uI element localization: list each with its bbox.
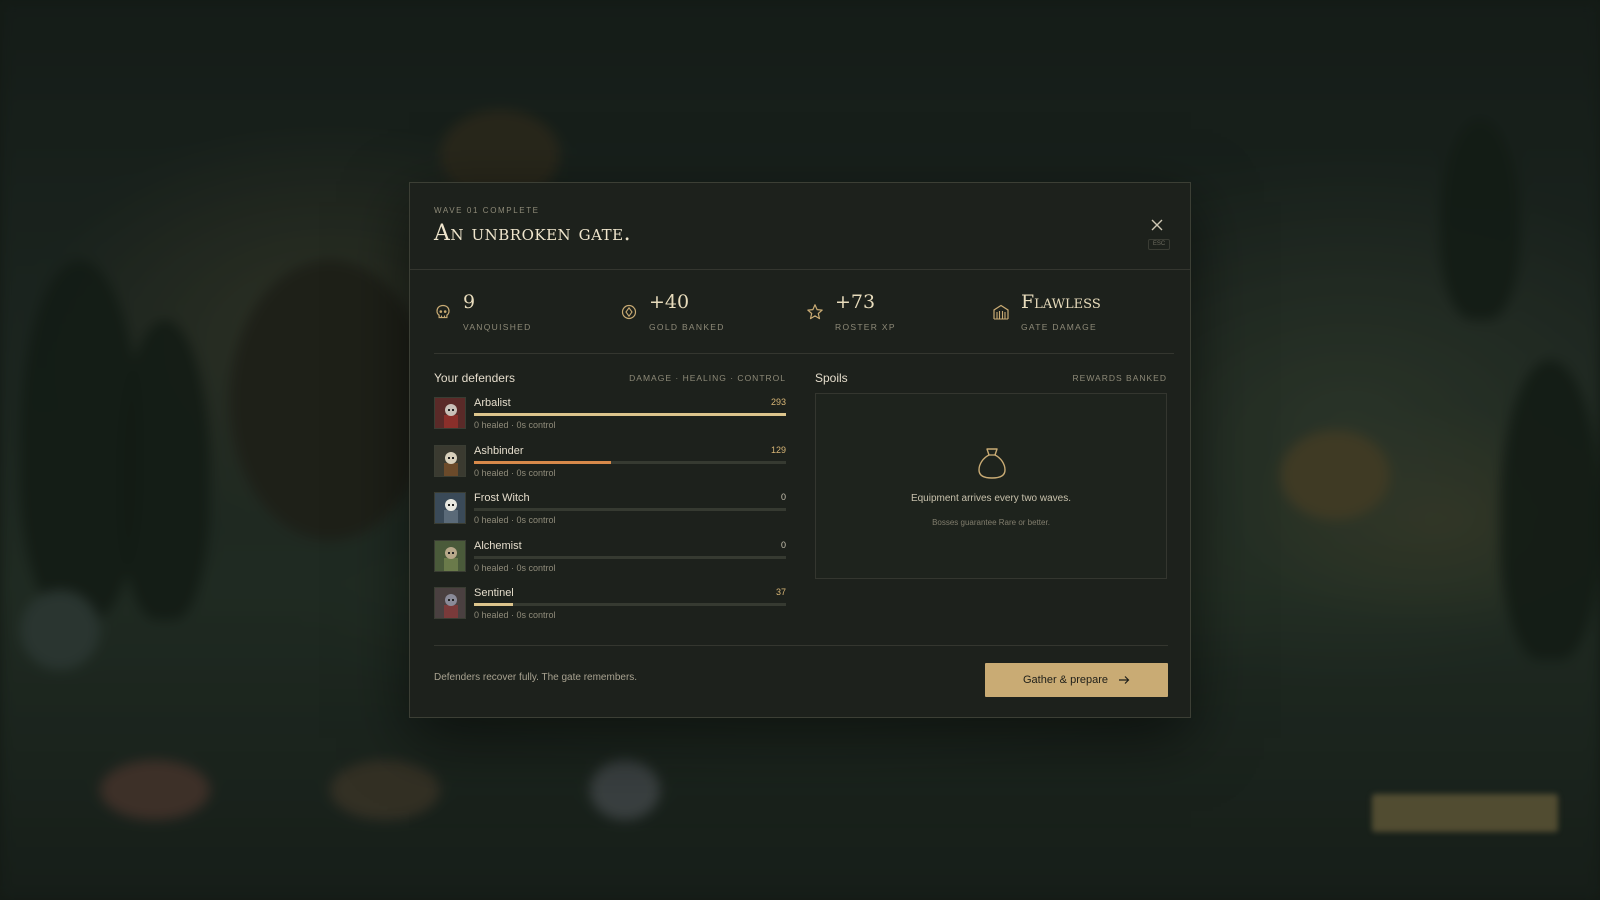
defender-damage-value: 129 (770, 444, 786, 455)
defender-portrait (434, 444, 466, 477)
defenders-list: Arbalist 293 0 healed · 0s control Ashbinde… (434, 395, 786, 633)
damage-bar (474, 413, 786, 416)
damage-bar (474, 603, 786, 606)
stat-label: GOLD BANKED (649, 322, 725, 332)
defender-portrait (434, 492, 466, 524)
defender-row: Ashbinder 129 0 healed · 0s control (434, 443, 786, 491)
close-button[interactable] (1148, 216, 1166, 234)
defender-portrait (434, 587, 466, 619)
defender-name: Ashbinder (474, 444, 524, 457)
stat-value: 9 (463, 291, 476, 313)
damage-bar-fill (474, 460, 612, 464)
defender-stats: 0 healed · 0s control (474, 515, 556, 525)
stat-label: GATE DAMAGE (1021, 322, 1098, 332)
modal-header: WAVE 01 COMPLETE An unbroken gate. ESC (410, 183, 1190, 270)
defenders-meta: DAMAGE · HEALING · CONTROL (629, 373, 786, 383)
stat-label: ROSTER XP (835, 322, 896, 332)
wave-complete-modal: WAVE 01 COMPLETE An unbroken gate. ESC 9… (409, 182, 1191, 718)
defender-row: Alchemist 0 0 healed · 0s control (434, 538, 786, 586)
damage-bar-fill (474, 413, 786, 416)
modal-title: An unbroken gate. (434, 221, 632, 246)
spoils-title: Spoils (815, 371, 848, 385)
close-icon (1151, 219, 1163, 231)
background-action-button (1372, 794, 1558, 832)
damage-bar (474, 555, 786, 559)
defender-row: Arbalist 293 0 healed · 0s control (434, 395, 786, 443)
spoils-empty-state: Equipment arrives every two waves. Bosse… (815, 393, 1167, 579)
defender-row: Frost Witch 0 0 healed · 0s control (434, 490, 786, 538)
defender-damage-value: 0 (780, 492, 786, 502)
spoils-meta: REWARDS BANKED (1072, 373, 1167, 383)
defender-stats: 0 healed · 0s control (474, 610, 556, 620)
damage-bar-fill (474, 603, 514, 606)
stat-value: +40 (649, 291, 690, 313)
defender-name: Arbalist (474, 397, 511, 409)
coin-icon (621, 304, 637, 320)
wave-eyebrow: WAVE 01 COMPLETE (434, 206, 540, 215)
footer-note: Defenders recover fully. The gate rememb… (434, 672, 638, 683)
defender-name: Sentinel (474, 587, 514, 599)
defender-stats: 0 healed · 0s control (474, 467, 556, 478)
esc-hint: ESC (1148, 239, 1170, 250)
defender-damage-value: 293 (770, 397, 786, 407)
stats-row: 9 VANQUISHED +40 GOLD BANKED +73 ROSTER … (434, 291, 1174, 354)
stat-label: VANQUISHED (463, 322, 532, 332)
defender-stats: 0 healed · 0s control (474, 420, 556, 430)
skull-icon (436, 304, 450, 319)
damage-bar (474, 508, 786, 511)
spoils-message: Equipment arrives every two waves. (910, 493, 1072, 504)
stat-value: Flawless (1021, 291, 1101, 313)
sack-icon (978, 448, 1006, 479)
defender-name: Frost Witch (474, 492, 530, 504)
spoils-subtext: Bosses guarantee Rare or better. (932, 518, 1050, 527)
defender-portrait (434, 539, 466, 572)
stat-value: +73 (835, 291, 876, 313)
defender-row: Sentinel 37 0 healed · 0s control (434, 585, 786, 633)
gather-prepare-button[interactable]: Gather & prepare (985, 663, 1168, 697)
defender-name: Alchemist (474, 539, 522, 552)
defender-stats: 0 healed · 0s control (474, 562, 556, 573)
defenders-title: Your defenders (434, 371, 515, 385)
button-label: Gather & prepare (1023, 674, 1108, 686)
defender-portrait (434, 397, 466, 429)
damage-bar (474, 460, 786, 464)
defender-damage-value: 37 (775, 587, 786, 597)
star-icon (807, 304, 823, 320)
gate-icon (993, 304, 1009, 320)
modal-footer: Defenders recover fully. The gate rememb… (434, 645, 1168, 698)
arrow-right-icon (1119, 676, 1130, 684)
defender-damage-value: 0 (780, 539, 786, 550)
